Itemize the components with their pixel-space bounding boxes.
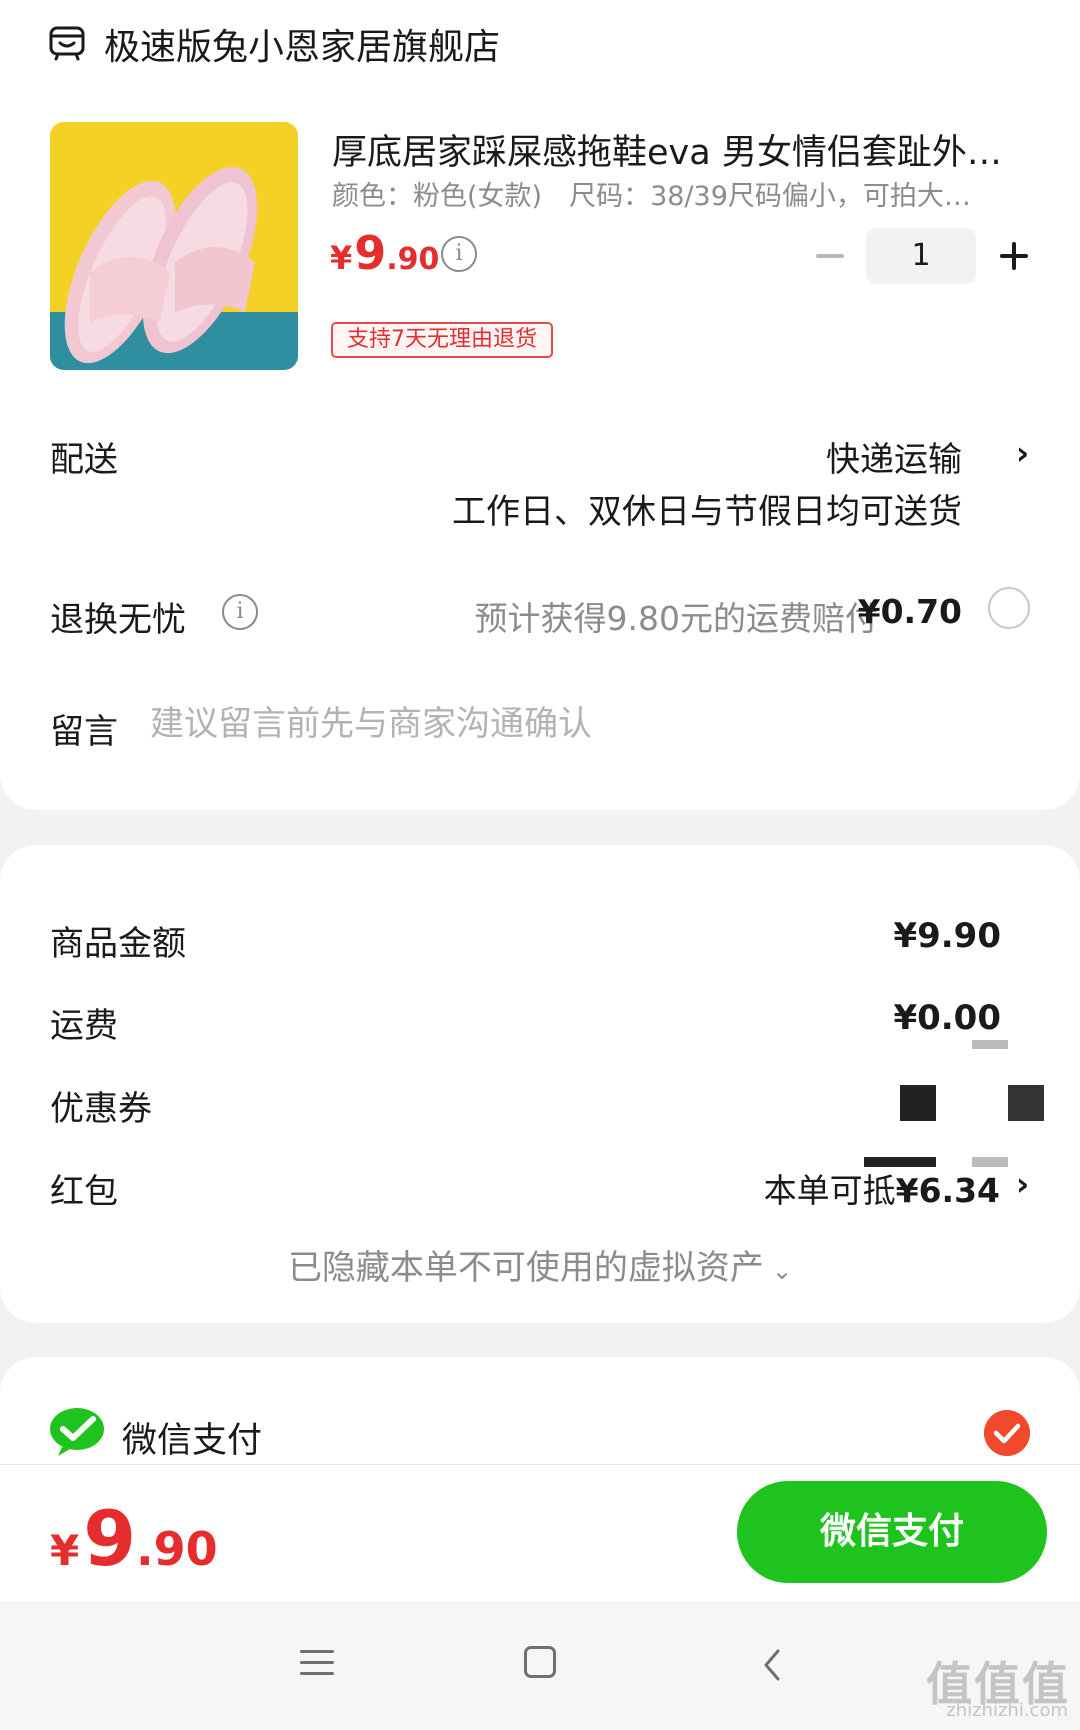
store-icon: [49, 26, 85, 61]
product-price: ¥ 9 .90: [330, 226, 439, 280]
price-decimal: .90: [386, 242, 440, 277]
chevron-down-icon: ⌄: [771, 1257, 793, 1285]
wechat-pay-label[interactable]: 微信支付: [122, 1412, 262, 1463]
goods-amount-label: 商品金额: [50, 924, 186, 964]
back-icon[interactable]: [758, 1648, 788, 1682]
goods-amount-value: ¥9.90: [893, 916, 1001, 956]
payment-selected-check-icon[interactable]: [984, 1410, 1030, 1456]
total-symbol: ¥: [50, 1526, 80, 1575]
product-spec[interactable]: 颜色：粉色(女款) 尺码：38/39尺码偏小，可拍大…: [332, 174, 982, 213]
red-packet-chevron-right-icon[interactable]: ›: [1016, 1165, 1029, 1203]
price-info-icon[interactable]: i: [441, 236, 477, 272]
product-title[interactable]: 厚底居家踩屎感拖鞋eva 男女情侣套趾外…: [332, 124, 1022, 175]
red-packet-amount: ¥6.34: [895, 1171, 1000, 1210]
quantity-input[interactable]: 1: [866, 228, 976, 284]
wechat-pay-icon: [50, 1408, 104, 1456]
price-integer: 9: [354, 226, 387, 280]
delivery-label: 配送: [50, 440, 118, 480]
price-symbol: ¥: [330, 239, 353, 277]
red-packet-value[interactable]: 本单可抵¥6.34: [764, 1164, 1000, 1212]
total-integer: 9: [83, 1494, 137, 1583]
menu-icon[interactable]: [300, 1648, 334, 1678]
hidden-assets-text: 已隐藏本单不可使用的虚拟资产: [287, 1248, 764, 1288]
return-policy-badge: 支持7天无理由退货: [331, 322, 553, 358]
delivery-method[interactable]: 快递运输: [826, 432, 962, 481]
total-price: ¥ 9 .90: [50, 1494, 218, 1583]
return-insurance-price: ¥0.70: [857, 592, 962, 631]
redaction-mark: [1008, 1085, 1044, 1121]
delivery-note: 工作日、双休日与节假日均可送货: [452, 492, 962, 532]
watermark-url: zhizhizhi.com: [946, 1700, 1068, 1721]
hidden-assets-toggle[interactable]: 已隐藏本单不可使用的虚拟资产 ⌄: [0, 1240, 1080, 1289]
shipping-fee-label: 运费: [50, 1006, 118, 1046]
redaction-mark: [900, 1085, 936, 1121]
quantity-decrease-button[interactable]: [812, 236, 852, 276]
message-input[interactable]: [150, 700, 1030, 748]
return-insurance-info-icon[interactable]: i: [222, 594, 258, 630]
redaction-mark: [972, 1040, 1008, 1049]
shipping-fee-value: ¥0.00: [893, 998, 1001, 1038]
store-name[interactable]: 极速版兔小恩家居旗舰店: [104, 18, 500, 70]
wechat-pay-button[interactable]: 微信支付: [737, 1481, 1047, 1583]
red-packet-prefix: 本单可抵: [763, 1171, 896, 1210]
coupon-label: 优惠券: [50, 1089, 152, 1129]
home-icon[interactable]: [524, 1646, 556, 1678]
red-packet-label: 红包: [50, 1172, 118, 1212]
total-decimal: .90: [136, 1522, 218, 1576]
return-insurance-label: 退换无忧: [50, 600, 186, 640]
message-label: 留言: [50, 712, 118, 752]
delivery-chevron-right-icon[interactable]: ›: [1016, 434, 1029, 472]
return-insurance-radio[interactable]: [988, 587, 1030, 629]
quantity-increase-button[interactable]: [996, 236, 1036, 276]
product-image[interactable]: [50, 122, 298, 370]
return-insurance-desc: 预计获得9.80元的运费赔付: [474, 599, 878, 638]
